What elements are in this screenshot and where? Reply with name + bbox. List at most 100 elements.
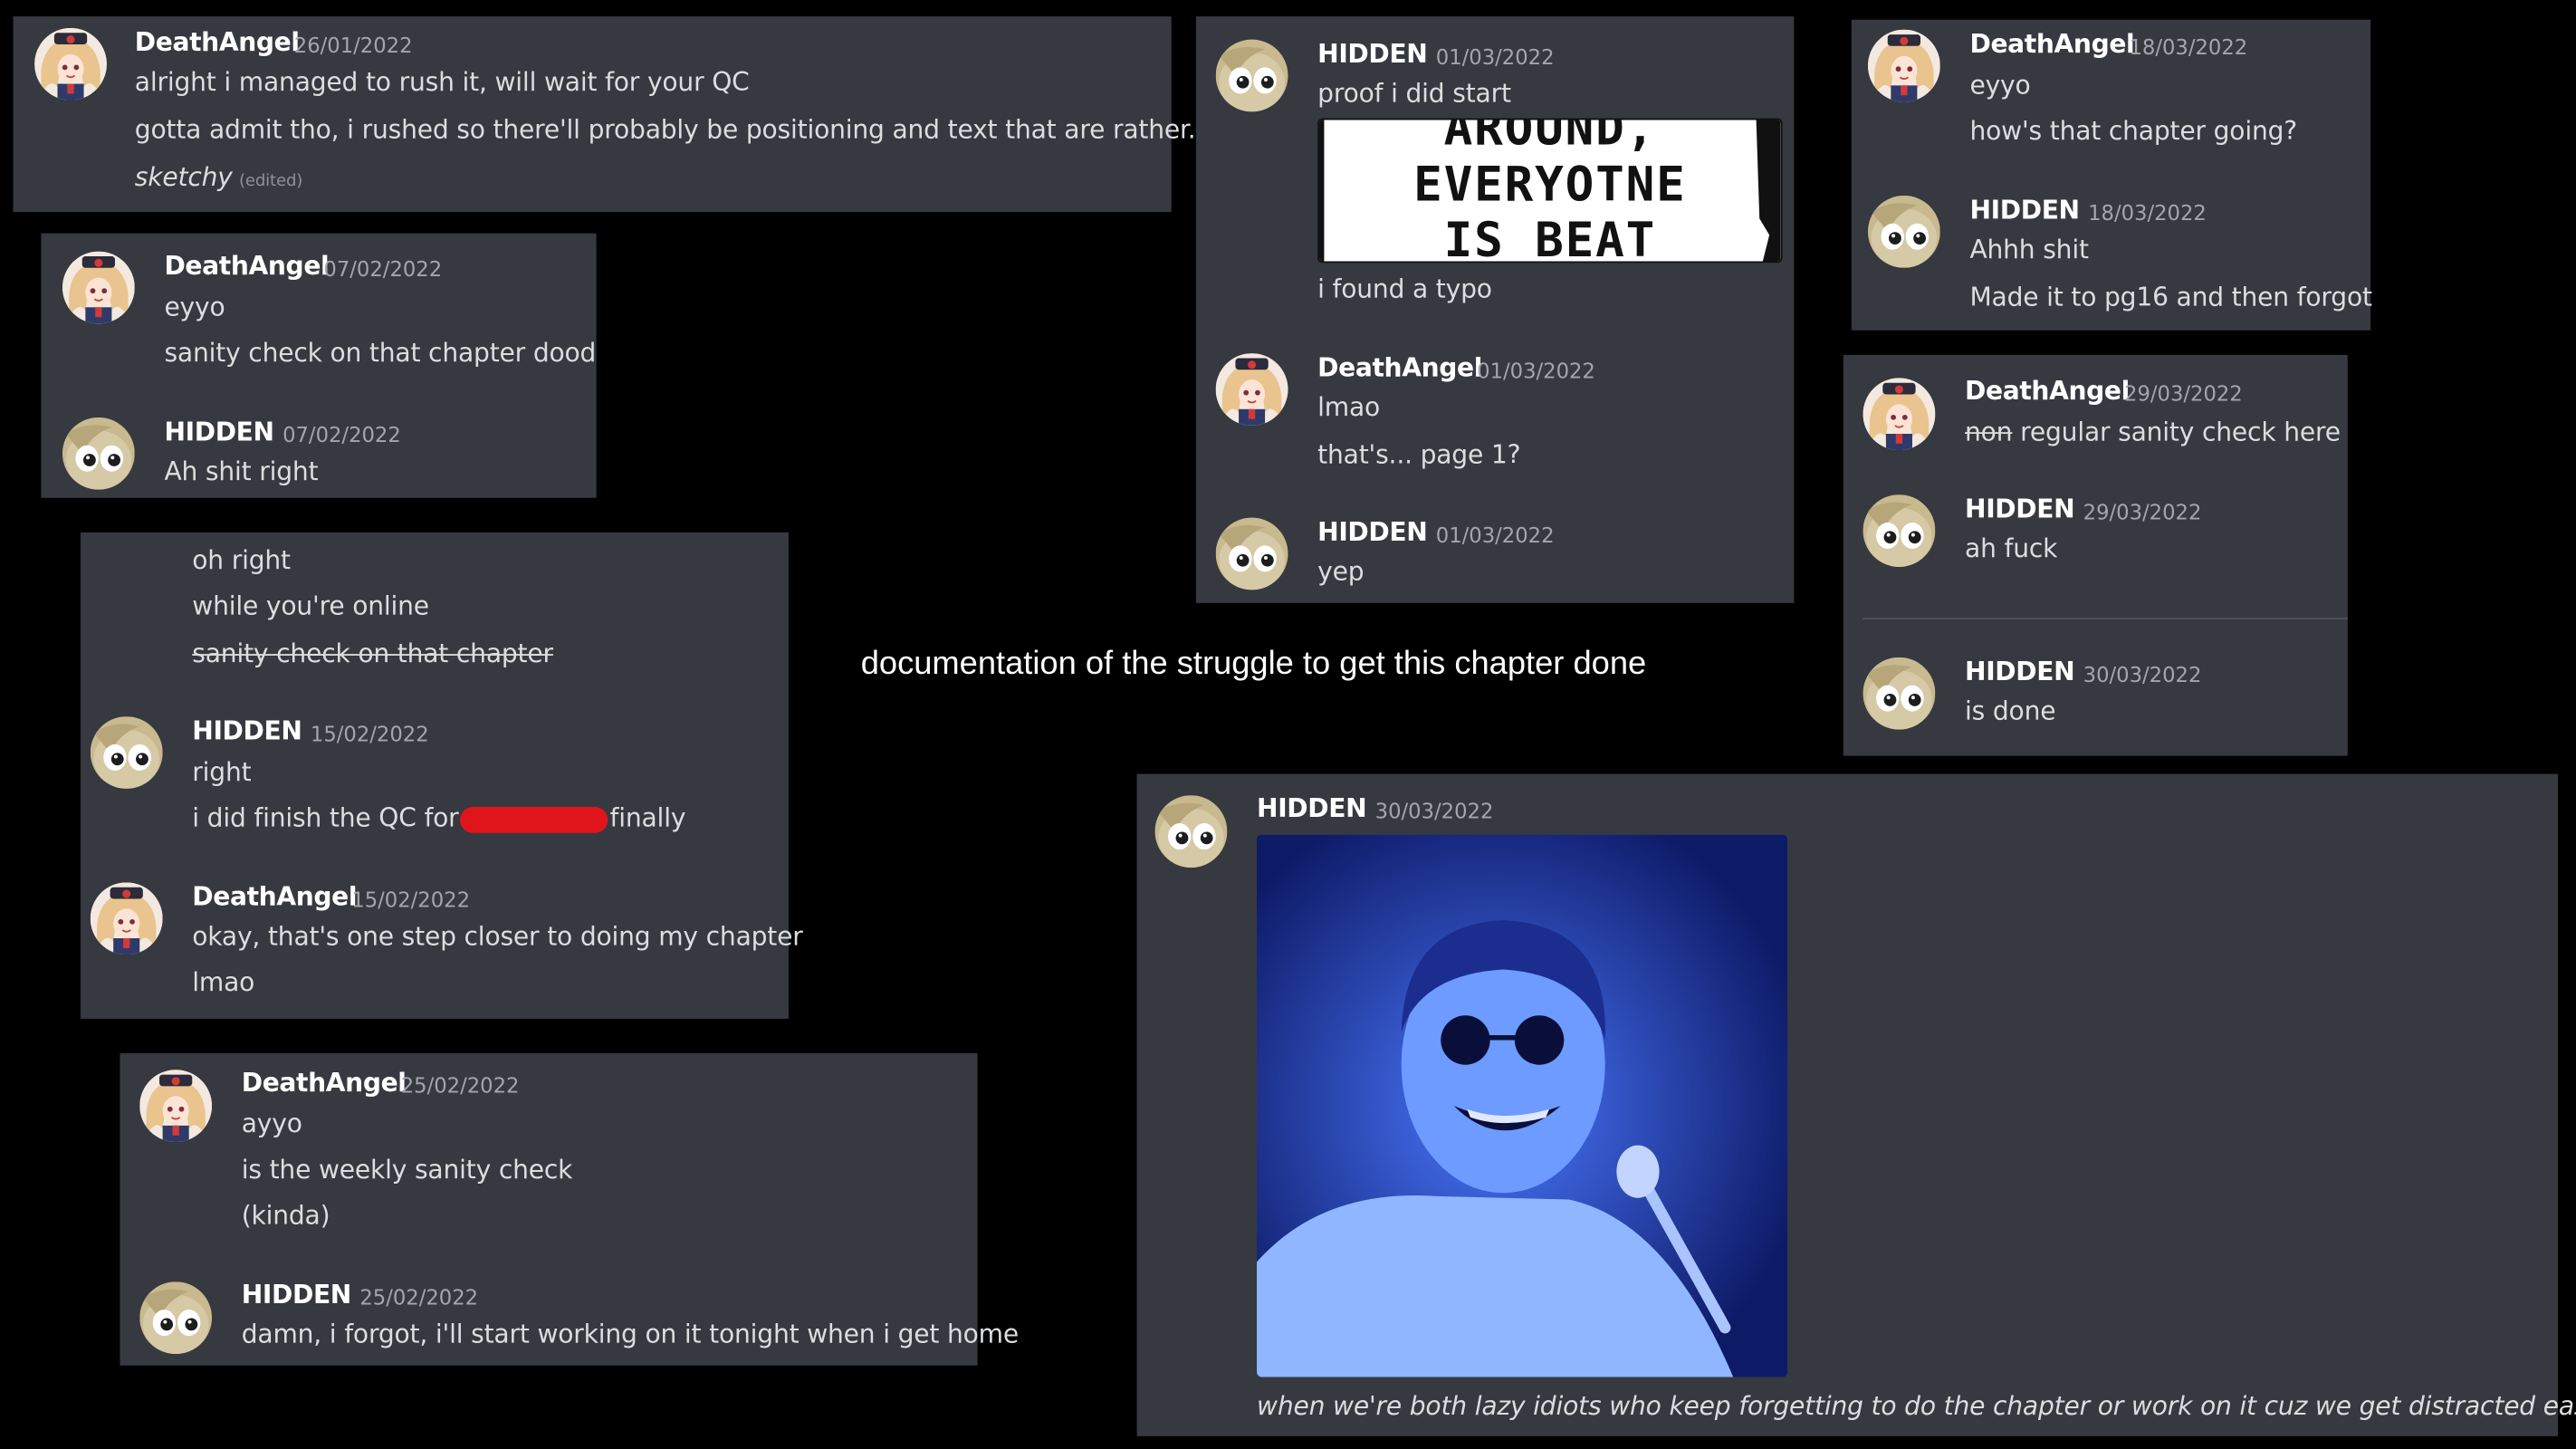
- message-line: lmao: [192, 967, 255, 998]
- chat-panel-8: HIDDEN 30/03/2022 when we're both lazy i…: [1136, 773, 2576, 1436]
- timestamp: 30/03/2022: [2083, 662, 2202, 687]
- timestamp: 29/03/2022: [2083, 499, 2202, 524]
- message-line: (kinda): [241, 1201, 330, 1231]
- pony-face-avatar-icon: [1863, 657, 1936, 730]
- timestamp: 26/01/2022: [293, 33, 413, 58]
- chat-panel-4: DeathAngel 25/02/2022 ayyo is the weekly…: [120, 1053, 1019, 1366]
- pony-face-avatar-icon: [139, 1281, 212, 1354]
- username[interactable]: HIDDEN: [1969, 196, 2080, 226]
- message-text: finally: [609, 803, 686, 833]
- pony-face-avatar-icon: [91, 716, 163, 789]
- pony-face-avatar-icon: [1863, 494, 1936, 567]
- message-line: Ah shit right: [164, 456, 319, 487]
- timestamp: 01/03/2022: [1477, 358, 1595, 383]
- username[interactable]: HIDDEN: [242, 1280, 352, 1310]
- timestamp: 25/02/2022: [359, 1284, 479, 1310]
- message-divider: [1863, 618, 2348, 620]
- manga-text-line: AROUND,: [1443, 118, 1657, 157]
- manga-panel-image[interactable]: AROUND, EVERYOTNE IS BEAT: [1317, 118, 1783, 264]
- timestamp: 01/03/2022: [1435, 43, 1555, 70]
- timestamp: 25/02/2022: [400, 1072, 520, 1099]
- anime-girl-avatar-icon: [34, 28, 107, 101]
- hidden-avatar[interactable]: [1868, 196, 1940, 268]
- message-line: Ahhh shit: [1969, 235, 2089, 265]
- timestamp: 15/02/2022: [351, 887, 471, 912]
- singer-illustration: [1257, 834, 1788, 1377]
- username[interactable]: HIDDEN: [192, 716, 302, 746]
- message-line: sanity check on that chapter dood: [164, 338, 597, 369]
- message-line: i found a typo: [1317, 274, 1492, 304]
- message-line: how's that chapter going?: [1969, 116, 2298, 147]
- deathangel-avatar[interactable]: [1216, 353, 1288, 426]
- manga-text-line: EVERYOTNE: [1413, 156, 1687, 213]
- deathangel-avatar[interactable]: [1868, 30, 1940, 102]
- chat-panel-1: DeathAngel 26/01/2022 alright i managed …: [13, 16, 1211, 213]
- username[interactable]: DeathAngel: [242, 1068, 407, 1098]
- message-line: ayyo: [241, 1108, 302, 1139]
- message-line: that's... page 1?: [1317, 440, 1521, 470]
- anime-girl-avatar-icon: [62, 252, 135, 324]
- manga-text-line: IS BEAT: [1443, 212, 1657, 264]
- hidden-avatar[interactable]: [1155, 795, 1228, 868]
- hidden-avatar[interactable]: [139, 1281, 212, 1354]
- username[interactable]: HIDDEN: [1965, 494, 2075, 524]
- meme-gif-image[interactable]: [1257, 834, 1788, 1377]
- anime-girl-avatar-icon: [1216, 353, 1288, 426]
- username[interactable]: HIDDEN: [1317, 40, 1428, 70]
- hidden-avatar[interactable]: [1216, 518, 1288, 590]
- chat-panel-5: HIDDEN 01/03/2022 proof i did start AROU…: [1195, 16, 1795, 603]
- deathangel-avatar[interactable]: [34, 28, 107, 101]
- message-line: is done: [1965, 696, 2056, 726]
- message-line: alright i managed to rush it, will wait …: [134, 67, 750, 98]
- username[interactable]: DeathAngel: [164, 252, 329, 282]
- deathangel-avatar[interactable]: [1863, 378, 1936, 450]
- timestamp: 29/03/2022: [2124, 380, 2243, 407]
- deathangel-avatar[interactable]: [62, 252, 135, 324]
- message-line: damn, i forgot, i'll start working on it…: [241, 1319, 1019, 1349]
- username[interactable]: DeathAngel: [192, 882, 357, 912]
- pony-face-avatar-icon: [1868, 196, 1940, 268]
- image-caption: when we're both lazy idiots who keep for…: [1257, 1391, 2576, 1422]
- username[interactable]: DeathAngel: [1965, 376, 2130, 406]
- anime-girl-avatar-icon: [91, 882, 163, 955]
- username[interactable]: DeathAngel: [135, 28, 300, 58]
- username[interactable]: DeathAngel: [1969, 30, 2134, 60]
- strikethrough-line: sanity check on that chapter: [192, 638, 553, 669]
- username[interactable]: HIDDEN: [164, 417, 274, 447]
- message-line-edited: sketchy (edited): [134, 162, 303, 193]
- message-line: okay, that's one step closer to doing my…: [192, 921, 803, 952]
- hidden-avatar[interactable]: [1216, 40, 1288, 112]
- message-line: Made it to pg16 and then forgot: [1969, 283, 2372, 312]
- hidden-avatar[interactable]: [1863, 494, 1936, 567]
- username[interactable]: DeathAngel: [1317, 353, 1482, 383]
- collage-caption: documentation of the struggle to get thi…: [860, 646, 1647, 682]
- edited-tag: (edited): [238, 172, 303, 191]
- message-line: eyyo: [1969, 71, 2031, 101]
- timestamp: 18/03/2022: [2129, 34, 2248, 60]
- message-line: eyyo: [164, 292, 225, 322]
- hidden-avatar[interactable]: [1863, 657, 1936, 730]
- chat-panel-2: DeathAngel 07/02/2022 eyyo sanity check …: [41, 233, 597, 498]
- redaction-mark: [460, 805, 608, 832]
- deathangel-avatar[interactable]: [91, 882, 163, 955]
- anime-girl-avatar-icon: [1868, 30, 1940, 102]
- username[interactable]: HIDDEN: [1257, 793, 1367, 823]
- hidden-avatar[interactable]: [62, 417, 135, 490]
- message-text: regular sanity check here: [2020, 417, 2341, 447]
- username[interactable]: HIDDEN: [1965, 657, 2075, 687]
- hidden-avatar[interactable]: [91, 716, 163, 789]
- username[interactable]: HIDDEN: [1317, 518, 1428, 548]
- strikethrough-text: non: [1965, 417, 2013, 447]
- message-line: is the weekly sanity check: [241, 1155, 573, 1185]
- message-text: sketchy: [134, 162, 233, 193]
- chat-panel-6: DeathAngel 18/03/2022 eyyo how's that ch…: [1851, 19, 2372, 331]
- message-line: yep: [1317, 557, 1365, 587]
- chat-panel-3: oh right while you're online sanity chec…: [80, 532, 803, 1019]
- deathangel-avatar[interactable]: [139, 1070, 212, 1142]
- message-line: while you're online: [192, 591, 429, 621]
- timestamp: 07/02/2022: [282, 422, 401, 447]
- timestamp: 15/02/2022: [310, 721, 429, 746]
- pony-face-avatar-icon: [1216, 518, 1288, 590]
- chat-panel-7: DeathAngel 29/03/2022 non regular sanity…: [1843, 354, 2348, 756]
- message-line: proof i did start: [1317, 79, 1511, 109]
